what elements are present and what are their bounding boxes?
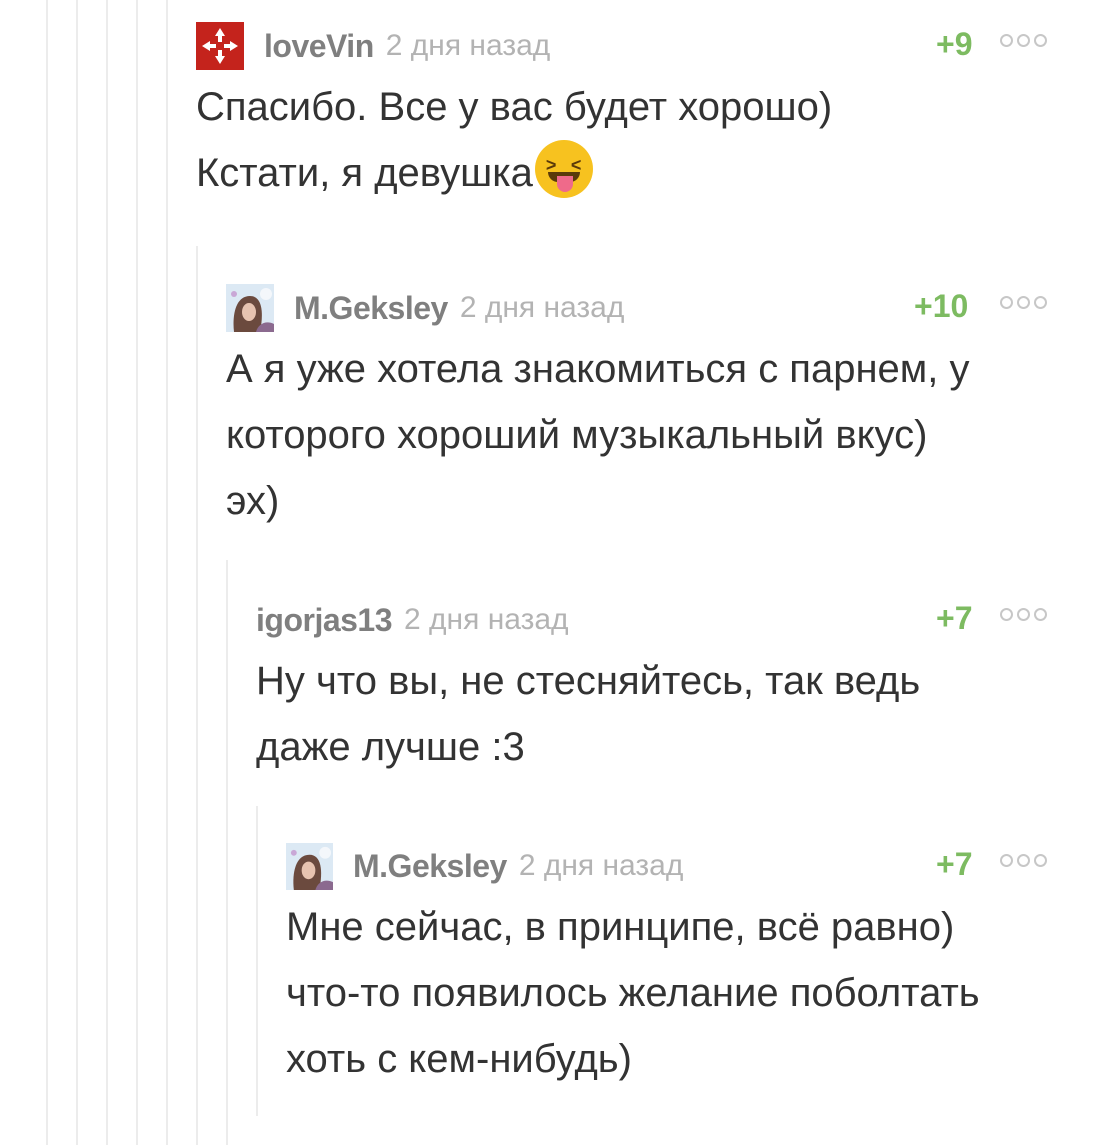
more-options-icon[interactable]: [1000, 608, 1047, 621]
comment-text: А я уже хотела знакомиться с парнем, у к…: [226, 336, 970, 534]
comment-line: что-то появилось желание поболтать: [286, 971, 980, 1015]
comment: M.Geksley 2 дня назад +7 Мне сейчас, в п…: [286, 842, 1066, 1106]
author-name[interactable]: M.Geksley: [294, 290, 448, 327]
comment-rating: +7: [936, 846, 973, 882]
comment-time: 2 дня назад: [518, 849, 684, 882]
comment-header: M.Geksley 2 дня назад: [286, 842, 684, 890]
comment-line: даже лучше :3: [256, 725, 525, 769]
comment-header: M.Geksley 2 дня назад: [226, 284, 625, 332]
comment-rating: +7: [936, 600, 973, 636]
author-name[interactable]: loveVin: [264, 28, 374, 65]
comment-header: loveVin 2 дня назад: [196, 22, 551, 70]
thread-line: [166, 0, 168, 1145]
author-name[interactable]: igorjas13: [256, 602, 393, 639]
comment-line: Мне сейчас, в принципе, всё равно): [286, 905, 955, 949]
avatar-arrows-icon: [196, 22, 244, 70]
comment-line: хоть с кем-нибудь): [286, 1037, 632, 1081]
comment-line: Спасибо. Все у вас будет хорошо): [196, 85, 833, 129]
comment-rating: +9: [936, 26, 973, 62]
comment-line: А я уже хотела знакомиться с парнем, у: [226, 347, 970, 391]
comment-line-text: Кстати, я девушка: [196, 151, 533, 195]
thread-line: [106, 0, 108, 1145]
avatar[interactable]: [196, 22, 244, 70]
thread-line: [196, 246, 198, 1145]
avatar-girl-photo: [286, 842, 333, 890]
author-name[interactable]: M.Geksley: [353, 848, 507, 885]
comment-text: Мне сейчас, в принципе, всё равно) что-т…: [286, 894, 980, 1092]
comment: loveVin 2 дня назад +9 Спасибо. Все у ва…: [196, 22, 1066, 226]
comment-line: Кстати, я девушка > <: [196, 140, 832, 206]
comment: igorjas13 2 дня назад +7 Ну что вы, не с…: [256, 600, 1066, 780]
comment-time: 2 дня назад: [459, 291, 625, 324]
comment: M.Geksley 2 дня назад +10 А я уже хотела…: [226, 284, 1066, 538]
avatar-girl-photo: [226, 284, 274, 332]
comment-line: Ну что вы, не стесняйтесь, так ведь: [256, 659, 921, 703]
thread-line: [76, 0, 78, 1145]
comment-time: 2 дня назад: [404, 603, 569, 636]
more-options-icon[interactable]: [1000, 854, 1047, 867]
comment-text: Ну что вы, не стесняйтесь, так ведь даже…: [256, 648, 920, 780]
avatar[interactable]: [286, 842, 333, 890]
comment-rating: +10: [914, 288, 969, 324]
comment-line: которого хороший музыкальный вкус): [226, 413, 928, 457]
squinting-face-with-tongue-emoji: > <: [534, 140, 593, 198]
thread-line: [46, 0, 48, 1145]
comment-line: эх): [226, 479, 280, 523]
thread-line: [256, 806, 258, 1116]
comment-header: igorjas13 2 дня назад: [256, 600, 569, 640]
more-options-icon[interactable]: [1000, 296, 1047, 309]
comment-text: Спасибо. Все у вас будет хорошо) Кстати,…: [196, 74, 832, 206]
comment-time: 2 дня назад: [385, 29, 551, 62]
more-options-icon[interactable]: [1000, 34, 1047, 47]
avatar[interactable]: [226, 284, 274, 332]
thread-line: [136, 0, 138, 1145]
thread-line: [226, 560, 228, 1145]
